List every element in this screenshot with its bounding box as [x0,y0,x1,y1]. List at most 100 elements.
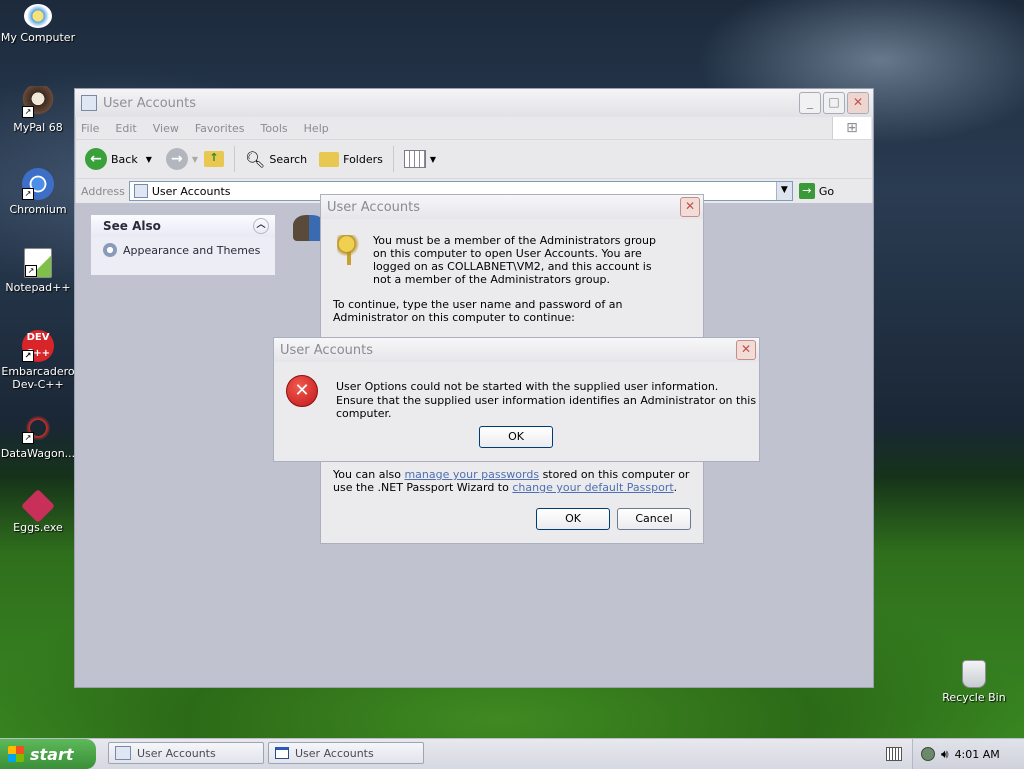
window-title: User Accounts [103,95,197,111]
menu-edit[interactable]: Edit [115,122,136,135]
folders-label: Folders [343,152,383,166]
taskbar-button-user-accounts-2[interactable]: User Accounts [268,742,424,764]
toolbar: ← Back ▼ → ▼ ↑ 🔍︎ Search Folders ▼ [75,140,873,179]
desktop-icon-label: Recycle Bin [942,691,1006,704]
collapse-chevron-icon[interactable]: ︿ [253,218,269,234]
forward-arrow-icon: → [165,148,188,170]
menu-favorites[interactable]: Favorites [195,122,245,135]
desktop-icon-label: Eggs.exe [13,521,63,534]
menu-file[interactable]: File [81,122,99,135]
eggs-icon [21,489,55,523]
cancel-button[interactable]: Cancel [617,508,691,530]
task-window-icon [115,746,131,760]
menu-bar: File Edit View Favorites Tools Help ⊞ [75,117,873,140]
datawagon-icon: ↗ [22,412,54,444]
speaker-icon[interactable]: 🔊︎ [941,747,949,762]
shortcut-arrow-icon: ↗ [22,188,34,200]
error-line-1: User Options could not be started with t… [336,380,719,393]
my-computer-icon [24,4,52,28]
error-ok-button[interactable]: OK [479,426,553,448]
see-also-panel: See Also ︿ Appearance and Themes [91,215,275,275]
go-arrow-icon: → [798,183,815,199]
search-icon: 🔍︎ [245,149,266,169]
devcpp-icon: DEV C++ ↗ [22,330,54,362]
back-label: Back [111,152,138,166]
desktop-icon-notepadpp[interactable]: ↗ Notepad++ [0,248,76,294]
desktop-icon-label: MyPal 68 [13,121,63,134]
back-arrow-icon: ← [85,148,107,170]
error-dialog-title: User Accounts [280,342,374,358]
task-label: User Accounts [137,746,216,760]
go-label: Go [818,184,835,198]
chromium-icon: ↗ [22,168,54,200]
ok-button[interactable]: OK [536,508,610,530]
start-button[interactable]: start [0,739,96,769]
address-dropdown-icon[interactable]: ▼ [775,182,792,200]
up-folder-icon: ↑ [204,151,225,167]
task-label: User Accounts [295,746,374,760]
menu-view[interactable]: View [153,122,179,135]
desktop-icon-eggs[interactable]: Eggs.exe [0,489,76,534]
desktop-icon-recycle-bin[interactable]: Recycle Bin [936,660,1012,704]
keyboard-icon[interactable] [886,747,902,761]
close-button[interactable]: ✕ [847,92,869,114]
windows-logo-icon: ⊞ [832,117,871,139]
change-passport-link[interactable]: change your default Passport [512,481,673,494]
dialog-footer-text: You can also manage your passwords store… [333,468,693,494]
see-also-title: See Also [103,219,161,233]
search-button[interactable]: 🔍︎ Search [245,150,307,169]
taskbar: start User Accounts User Accounts 🔊︎ 4:0… [0,738,1024,769]
shortcut-arrow-icon: ↗ [22,106,34,118]
shortcut-arrow-icon: ↗ [22,432,34,444]
error-icon: ✕ [286,375,318,407]
error-dialog: User Accounts ✕ ✕ User Options could not… [273,337,760,462]
admin-message: You must be a member of the Administrato… [373,234,656,286]
error-line-2: Ensure that the supplied user informatio… [336,394,757,420]
task-window-icon [275,747,289,759]
dialog-titlebar[interactable]: User Accounts ✕ [321,195,703,219]
desktop-icon-devcpp[interactable]: DEV C++ ↗ Embarcadero Dev-C++ [0,330,76,391]
dialog-close-button[interactable]: ✕ [680,197,700,217]
menu-tools[interactable]: Tools [261,122,288,135]
desktop-icon-label: Embarcadero Dev-C++ [1,365,75,391]
footer-prefix: You can also [333,468,405,481]
network-icon[interactable] [921,747,935,761]
shortcut-arrow-icon: ↗ [25,265,37,277]
folders-icon [319,151,340,167]
back-button[interactable]: ← Back ▼ [85,148,152,170]
taskbar-button-user-accounts-1[interactable]: User Accounts [108,742,264,764]
search-label: Search [269,152,308,166]
desktop-icon-label: Chromium [9,203,67,216]
start-label: start [30,744,74,764]
desktop-icon-my-computer[interactable]: My Computer [0,4,76,44]
see-also-item-appearance[interactable]: Appearance and Themes [91,237,275,257]
desktop-icon-mypal[interactable]: ↗ MyPal 68 [0,86,76,134]
views-button[interactable]: ▼ [403,150,436,168]
address-icon [133,184,148,198]
minimize-button[interactable]: _ [799,92,821,114]
system-tray: 🔊︎ 4:01 AM [912,739,1024,769]
keys-icon [337,235,361,265]
folders-button[interactable]: Folders [319,151,383,167]
dialog-title: User Accounts [327,199,421,215]
mypal-icon: ↗ [22,86,54,118]
error-dialog-titlebar[interactable]: User Accounts ✕ [274,338,759,362]
appearance-themes-icon [103,243,117,257]
forward-button[interactable]: → ▼ [165,148,198,170]
toolbar-separator [392,146,394,172]
go-button[interactable]: → Go [798,183,835,199]
clock[interactable]: 4:01 AM [955,748,1000,761]
desktop-icon-label: My Computer [0,31,76,44]
error-dialog-close-button[interactable]: ✕ [736,340,756,360]
menu-help[interactable]: Help [304,122,329,135]
maximize-button[interactable]: □ [823,92,845,114]
up-folder-button[interactable]: ↑ [204,151,225,167]
forward-dropdown-icon[interactable]: ▼ [192,155,198,164]
manage-passwords-link[interactable]: manage your passwords [404,468,539,481]
desktop-icon-chromium[interactable]: ↗ Chromium [0,168,76,216]
back-dropdown-icon[interactable]: ▼ [146,155,152,164]
see-also-item-label: Appearance and Themes [123,243,261,257]
window-titlebar[interactable]: User Accounts _ □ ✕ [75,89,873,117]
see-also-header[interactable]: See Also ︿ [91,215,275,237]
desktop-icon-datawagon[interactable]: ↗ DataWagon... [0,412,76,460]
